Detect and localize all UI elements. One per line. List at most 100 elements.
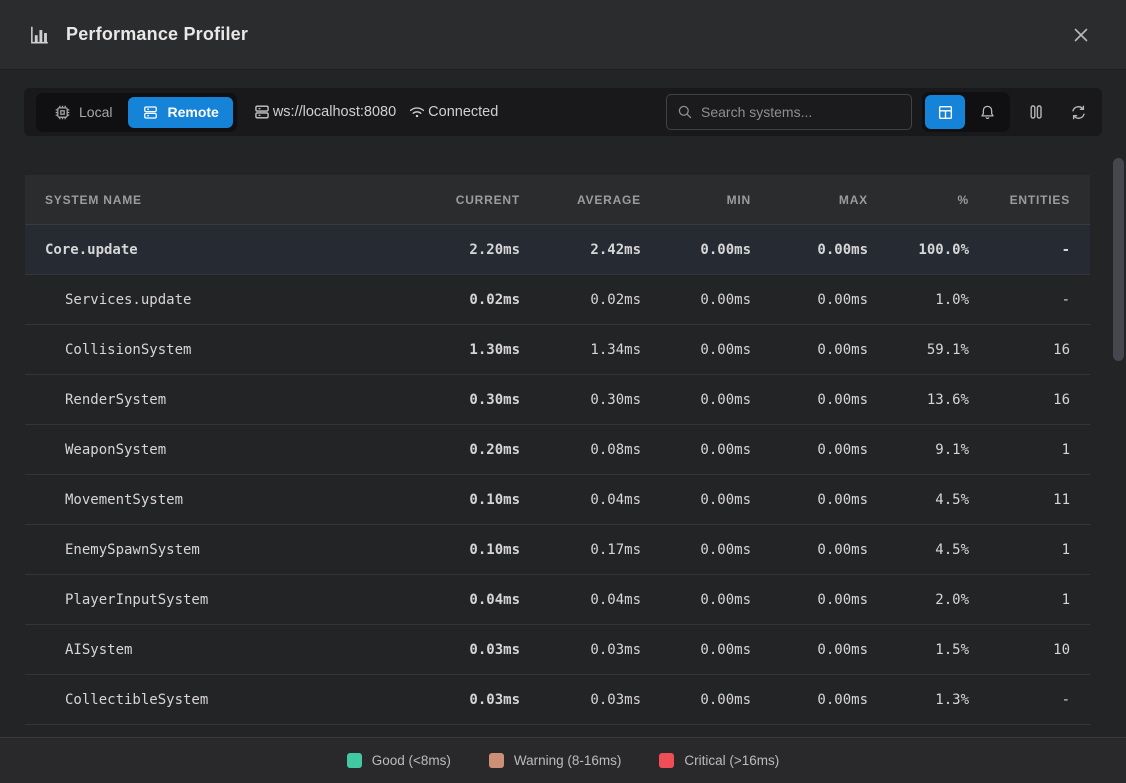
min-cell: 0.00ms (641, 592, 751, 608)
close-button[interactable] (1064, 18, 1098, 52)
average-cell: 2.42ms (520, 242, 641, 258)
column-max: MAX (751, 193, 868, 207)
max-cell: 0.00ms (751, 392, 868, 408)
entities-cell: 16 (969, 392, 1070, 408)
current-cell: 0.10ms (410, 542, 520, 558)
table-row[interactable]: EnemySpawnSystem0.10ms0.17ms0.00ms0.00ms… (25, 525, 1090, 575)
legend-bar: Good (<8ms) Warning (8-16ms) Critical (>… (0, 737, 1126, 783)
bell-icon (979, 104, 996, 121)
remote-tab-label: Remote (167, 104, 218, 120)
max-cell: 0.00ms (751, 242, 868, 258)
systems-table: SYSTEM NAME CURRENT AVERAGE MIN MAX % EN… (25, 175, 1090, 725)
table-row[interactable]: AISystem0.03ms0.03ms0.00ms0.00ms1.5%10 (25, 625, 1090, 675)
entities-cell: 11 (969, 492, 1070, 508)
entities-cell: 1 (969, 542, 1070, 558)
connection-status-text: Connected (428, 104, 498, 120)
average-cell: 0.03ms (520, 692, 641, 708)
min-cell: 0.00ms (641, 392, 751, 408)
bar-chart-icon (28, 24, 50, 46)
current-cell: 0.02ms (410, 292, 520, 308)
system-name-cell: PlayerInputSystem (45, 592, 410, 608)
current-cell: 2.20ms (410, 242, 520, 258)
column-entities: ENTITIES (969, 193, 1070, 207)
warning-swatch (489, 753, 504, 768)
average-cell: 0.08ms (520, 442, 641, 458)
system-name-cell: RenderSystem (45, 392, 410, 408)
percent-cell: 1.3% (868, 692, 969, 708)
system-name-cell: Services.update (45, 292, 410, 308)
local-tab-label: Local (79, 104, 112, 120)
max-cell: 0.00ms (751, 342, 868, 358)
table-view-icon (937, 104, 954, 121)
average-cell: 0.03ms (520, 642, 641, 658)
min-cell: 0.00ms (641, 542, 751, 558)
percent-cell: 4.5% (868, 542, 969, 558)
table-row[interactable]: CollectibleSystem0.03ms0.03ms0.00ms0.00m… (25, 675, 1090, 725)
table-row[interactable]: MovementSystem0.10ms0.04ms0.00ms0.00ms4.… (25, 475, 1090, 525)
system-name-cell: Core.update (45, 242, 410, 258)
min-cell: 0.00ms (641, 342, 751, 358)
average-cell: 0.30ms (520, 392, 641, 408)
title-bar: Performance Profiler (0, 0, 1126, 70)
vertical-scrollbar-thumb[interactable] (1113, 158, 1124, 361)
current-cell: 0.03ms (410, 642, 520, 658)
legend-warning: Warning (8-16ms) (489, 753, 622, 768)
max-cell: 0.00ms (751, 492, 868, 508)
cpu-icon (54, 104, 71, 121)
entities-cell: 10 (969, 642, 1070, 658)
table-row[interactable]: WeaponSystem0.20ms0.08ms0.00ms0.00ms9.1%… (25, 425, 1090, 475)
current-cell: 0.10ms (410, 492, 520, 508)
system-name-cell: AISystem (45, 642, 410, 658)
min-cell: 0.00ms (641, 642, 751, 658)
pause-button[interactable] (1020, 95, 1052, 129)
table-row[interactable]: PlayerInputSystem0.04ms0.04ms0.00ms0.00m… (25, 575, 1090, 625)
remote-tab[interactable]: Remote (128, 97, 232, 128)
table-row[interactable]: CollisionSystem1.30ms1.34ms0.00ms0.00ms5… (25, 325, 1090, 375)
table-header: SYSTEM NAME CURRENT AVERAGE MIN MAX % EN… (25, 175, 1090, 225)
current-cell: 0.03ms (410, 692, 520, 708)
average-cell: 0.04ms (520, 592, 641, 608)
search-input[interactable] (701, 104, 901, 120)
legend-warning-label: Warning (8-16ms) (514, 753, 622, 768)
min-cell: 0.00ms (641, 242, 751, 258)
percent-cell: 1.0% (868, 292, 969, 308)
entities-cell: 1 (969, 442, 1070, 458)
system-name-cell: WeaponSystem (45, 442, 410, 458)
current-cell: 0.30ms (410, 392, 520, 408)
percent-cell: 4.5% (868, 492, 969, 508)
min-cell: 0.00ms (641, 492, 751, 508)
current-cell: 0.04ms (410, 592, 520, 608)
entities-cell: - (969, 692, 1070, 708)
toolbar: Local Remote ws://localhost:8080 (24, 88, 1102, 136)
current-cell: 1.30ms (410, 342, 520, 358)
source-toggle: Local Remote (36, 93, 237, 132)
local-tab[interactable]: Local (40, 97, 126, 128)
table-view-button[interactable] (925, 95, 965, 129)
average-cell: 1.34ms (520, 342, 641, 358)
system-name-cell: MovementSystem (45, 492, 410, 508)
system-name-cell: EnemySpawnSystem (45, 542, 410, 558)
average-cell: 0.02ms (520, 292, 641, 308)
percent-cell: 2.0% (868, 592, 969, 608)
refresh-button[interactable] (1062, 95, 1094, 129)
alerts-button[interactable] (967, 95, 1007, 129)
table-body: Core.update2.20ms2.42ms0.00ms0.00ms100.0… (25, 225, 1090, 725)
legend-critical: Critical (>16ms) (659, 753, 779, 768)
ws-url-text: ws://localhost:8080 (273, 104, 396, 120)
entities-cell: 16 (969, 342, 1070, 358)
table-row[interactable]: Services.update0.02ms0.02ms0.00ms0.00ms1… (25, 275, 1090, 325)
search-box (666, 94, 912, 130)
average-cell: 0.04ms (520, 492, 641, 508)
table-row[interactable]: RenderSystem0.30ms0.30ms0.00ms0.00ms13.6… (25, 375, 1090, 425)
wifi-icon (408, 103, 426, 121)
percent-cell: 13.6% (868, 392, 969, 408)
column-percent: % (868, 193, 969, 207)
min-cell: 0.00ms (641, 292, 751, 308)
table-row[interactable]: Core.update2.20ms2.42ms0.00ms0.00ms100.0… (25, 225, 1090, 275)
server-icon (253, 103, 271, 121)
legend-good: Good (<8ms) (347, 753, 451, 768)
percent-cell: 1.5% (868, 642, 969, 658)
legend-good-label: Good (<8ms) (372, 753, 451, 768)
percent-cell: 100.0% (868, 242, 969, 258)
max-cell: 0.00ms (751, 692, 868, 708)
